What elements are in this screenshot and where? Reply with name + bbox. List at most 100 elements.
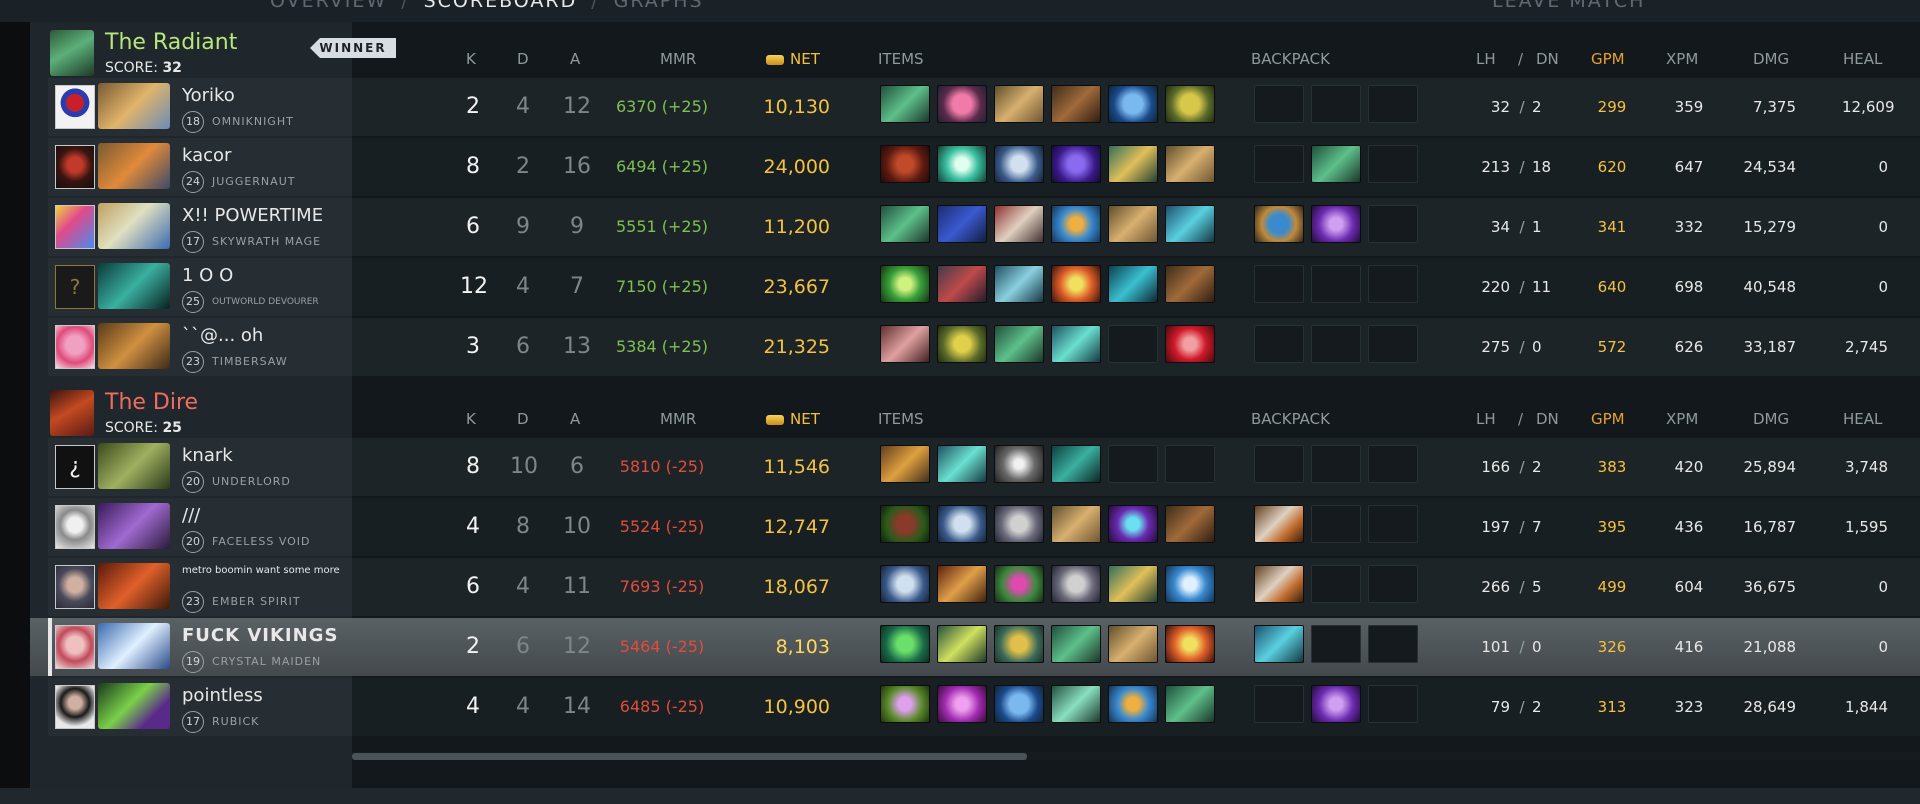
hero-portrait[interactable] (98, 563, 170, 609)
placeholder-avatar-icon[interactable]: ? (55, 265, 95, 309)
item-slot-4[interactable] (1051, 685, 1101, 723)
item-slot-4[interactable] (1051, 265, 1101, 303)
item-slot-5[interactable] (1108, 445, 1158, 483)
item-slot-3[interactable] (994, 265, 1044, 303)
item-slot-4[interactable] (1051, 145, 1101, 183)
player-avatar[interactable] (55, 325, 95, 369)
player-avatar[interactable] (55, 85, 95, 129)
backpack-slot-3[interactable] (1368, 325, 1418, 363)
player-avatar[interactable] (55, 145, 95, 189)
hero-portrait[interactable] (98, 683, 170, 729)
player-name[interactable]: 1 O O (182, 265, 233, 286)
item-slot-4[interactable] (1051, 445, 1101, 483)
tab-graphs[interactable]: GRAPHS (614, 0, 704, 12)
hero-portrait[interactable] (98, 323, 170, 369)
item-slot-3[interactable] (994, 85, 1044, 123)
backpack-slot-1[interactable] (1254, 445, 1304, 483)
hero-portrait[interactable] (98, 83, 170, 129)
backpack-slot-1[interactable] (1254, 505, 1304, 543)
item-slot-4[interactable] (1051, 85, 1101, 123)
item-slot-2[interactable] (937, 85, 987, 123)
player-row-radiant-2[interactable]: kacor 24 JUGGERNAUT 8 2 16 6494 (+25) 24… (0, 138, 1920, 196)
hero-portrait[interactable] (98, 263, 170, 309)
backpack-slot-1[interactable] (1254, 565, 1304, 603)
backpack-slot-3[interactable] (1368, 625, 1418, 663)
item-slot-5[interactable] (1108, 85, 1158, 123)
player-row-dire-1[interactable]: ¿ knark 20 UNDERLORD 8 10 6 5810 (-25) 1… (0, 438, 1920, 496)
item-slot-2[interactable] (937, 205, 987, 243)
item-slot-5[interactable] (1108, 625, 1158, 663)
backpack-slot-2[interactable] (1311, 445, 1361, 483)
item-slot-3[interactable] (994, 685, 1044, 723)
item-slot-4[interactable] (1051, 565, 1101, 603)
backpack-slot-2[interactable] (1311, 265, 1361, 303)
player-name[interactable]: knark (182, 445, 233, 466)
player-avatar[interactable] (55, 565, 95, 609)
leave-match-button[interactable]: LEAVE MATCH (1492, 0, 1645, 12)
player-avatar[interactable]: ¿ (55, 445, 95, 489)
backpack-slot-2[interactable] (1311, 685, 1361, 723)
player-name[interactable]: ``@... oh (182, 325, 263, 346)
hero-portrait[interactable] (98, 203, 170, 249)
item-slot-3[interactable] (994, 445, 1044, 483)
item-slot-4[interactable] (1051, 325, 1101, 363)
player-name[interactable]: X!! POWERTIME (182, 205, 323, 226)
item-slot-3[interactable] (994, 565, 1044, 603)
player-name[interactable]: kacor (182, 145, 231, 166)
hero-portrait[interactable] (98, 443, 170, 489)
backpack-slot-2[interactable] (1311, 565, 1361, 603)
backpack-slot-3[interactable] (1368, 685, 1418, 723)
player-avatar[interactable] (55, 685, 95, 729)
item-slot-4[interactable] (1051, 625, 1101, 663)
item-slot-1[interactable] (880, 205, 930, 243)
scrollbar-thumb[interactable] (352, 753, 1027, 760)
backpack-slot-2[interactable] (1311, 145, 1361, 183)
backpack-slot-2[interactable] (1311, 325, 1361, 363)
player-avatar[interactable] (55, 505, 95, 549)
hero-portrait[interactable] (98, 143, 170, 189)
item-slot-1[interactable] (880, 505, 930, 543)
item-slot-1[interactable] (880, 265, 930, 303)
item-slot-2[interactable] (937, 565, 987, 603)
hero-portrait[interactable] (98, 503, 170, 549)
item-slot-1[interactable] (880, 145, 930, 183)
item-slot-3[interactable] (994, 205, 1044, 243)
backpack-slot-1[interactable] (1254, 145, 1304, 183)
backpack-slot-1[interactable] (1254, 625, 1304, 663)
item-slot-6[interactable] (1165, 445, 1215, 483)
backpack-slot-2[interactable] (1311, 85, 1361, 123)
player-row-dire-4-selected[interactable]: FUCK VIKINGS 19 CRYSTAL MAIDEN 2 6 12 54… (0, 618, 1920, 676)
item-slot-5[interactable] (1108, 565, 1158, 603)
backpack-slot-3[interactable] (1368, 445, 1418, 483)
tab-scoreboard[interactable]: SCOREBOARD (424, 0, 578, 12)
item-slot-3[interactable] (994, 505, 1044, 543)
backpack-slot-3[interactable] (1368, 85, 1418, 123)
player-row-radiant-5[interactable]: ``@... oh 23 TIMBERSAW 3 6 13 5384 (+25)… (0, 318, 1920, 376)
item-slot-6[interactable] (1165, 85, 1215, 123)
backpack-slot-3[interactable] (1368, 565, 1418, 603)
player-row-dire-3[interactable]: metro boomin want some more 23 EMBER SPI… (0, 558, 1920, 616)
player-name[interactable]: FUCK VIKINGS (182, 625, 338, 646)
item-slot-3[interactable] (994, 625, 1044, 663)
item-slot-6[interactable] (1165, 625, 1215, 663)
item-slot-4[interactable] (1051, 205, 1101, 243)
item-slot-5[interactable] (1108, 205, 1158, 243)
item-slot-2[interactable] (937, 685, 987, 723)
item-slot-5[interactable] (1108, 145, 1158, 183)
item-slot-2[interactable] (937, 505, 987, 543)
item-slot-2[interactable] (937, 145, 987, 183)
player-row-dire-2[interactable]: /// 20 FACELESS VOID 4 8 10 5524 (-25) 1… (0, 498, 1920, 556)
backpack-slot-3[interactable] (1368, 505, 1418, 543)
backpack-slot-1[interactable] (1254, 85, 1304, 123)
item-slot-2[interactable] (937, 325, 987, 363)
item-slot-6[interactable] (1165, 265, 1215, 303)
item-slot-1[interactable] (880, 445, 930, 483)
player-name[interactable]: pointless (182, 685, 263, 706)
item-slot-1[interactable] (880, 325, 930, 363)
item-slot-6[interactable] (1165, 205, 1215, 243)
item-slot-6[interactable] (1165, 325, 1215, 363)
backpack-slot-2[interactable] (1311, 505, 1361, 543)
item-slot-3[interactable] (994, 325, 1044, 363)
backpack-slot-1[interactable] (1254, 325, 1304, 363)
hero-portrait[interactable] (98, 623, 170, 669)
